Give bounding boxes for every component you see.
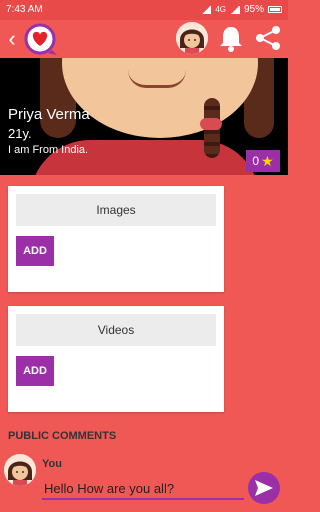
profile-cover: Priya Verma 21y. I am From India.	[0, 58, 288, 175]
profile-description: I am From India.	[8, 144, 89, 156]
videos-title: Videos	[16, 314, 216, 346]
back-arrow-icon[interactable]: ‹	[4, 26, 20, 52]
status-time: 7:43 AM	[6, 4, 43, 15]
cover-mouth	[128, 70, 186, 88]
star-rating-button[interactable]: 0 ★	[246, 150, 280, 172]
comment-author: You	[42, 458, 62, 470]
battery-icon	[268, 6, 282, 13]
images-title: Images	[16, 194, 216, 226]
star-icon: ★	[261, 152, 274, 169]
cell-signal-icon	[229, 5, 240, 14]
profile-age: 21y.	[8, 126, 32, 141]
images-card: Images ADD	[8, 186, 224, 292]
bell-icon[interactable]	[218, 24, 244, 52]
star-count: 0	[252, 154, 260, 168]
app-logo-icon	[24, 23, 57, 55]
network-type: 4G	[215, 5, 226, 14]
videos-card: Videos ADD	[8, 306, 224, 412]
share-icon[interactable]	[254, 24, 282, 52]
comment-avatar	[4, 454, 36, 486]
comment-composer: You	[0, 452, 288, 512]
user-avatar[interactable]	[176, 22, 208, 54]
status-bar: 7:43 AM 4G 95%	[0, 0, 288, 20]
battery-percent: 95%	[243, 4, 264, 15]
cover-bow	[200, 118, 222, 130]
app-bar: ‹	[0, 20, 288, 58]
add-video-button[interactable]: ADD	[16, 356, 54, 386]
avatar-girl-icon	[4, 454, 36, 486]
profile-name: Priya Verma	[8, 106, 90, 123]
send-button[interactable]	[248, 472, 280, 504]
public-comments-heading: PUBLIC COMMENTS	[8, 430, 117, 442]
add-image-button[interactable]: ADD	[16, 236, 54, 266]
status-icons: 4G 95%	[201, 4, 282, 15]
send-icon	[255, 480, 273, 496]
avatar-girl-icon	[176, 22, 208, 54]
comment-input[interactable]	[42, 478, 244, 500]
wifi-signal-icon	[201, 5, 212, 14]
